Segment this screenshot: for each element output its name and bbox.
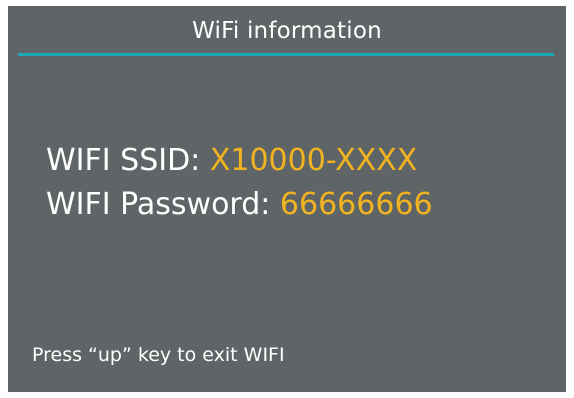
password-row: WIFI Password: 66666666 [46, 183, 433, 227]
ssid-row: WIFI SSID: X10000-XXXX [46, 139, 433, 183]
ssid-label: WIFI SSID: [46, 143, 210, 178]
wifi-info-screen: WiFi information WIFI SSID: X10000-XXXX … [8, 6, 566, 392]
ssid-value: X10000-XXXX [209, 143, 418, 178]
title-divider [18, 53, 554, 56]
password-label: WIFI Password: [46, 187, 280, 222]
wifi-info-block: WIFI SSID: X10000-XXXX WIFI Password: 66… [46, 139, 433, 227]
password-value: 66666666 [279, 187, 433, 222]
screen-title: WiFi information [192, 18, 382, 44]
exit-hint: Press “up” key to exit WIFI [32, 344, 285, 366]
